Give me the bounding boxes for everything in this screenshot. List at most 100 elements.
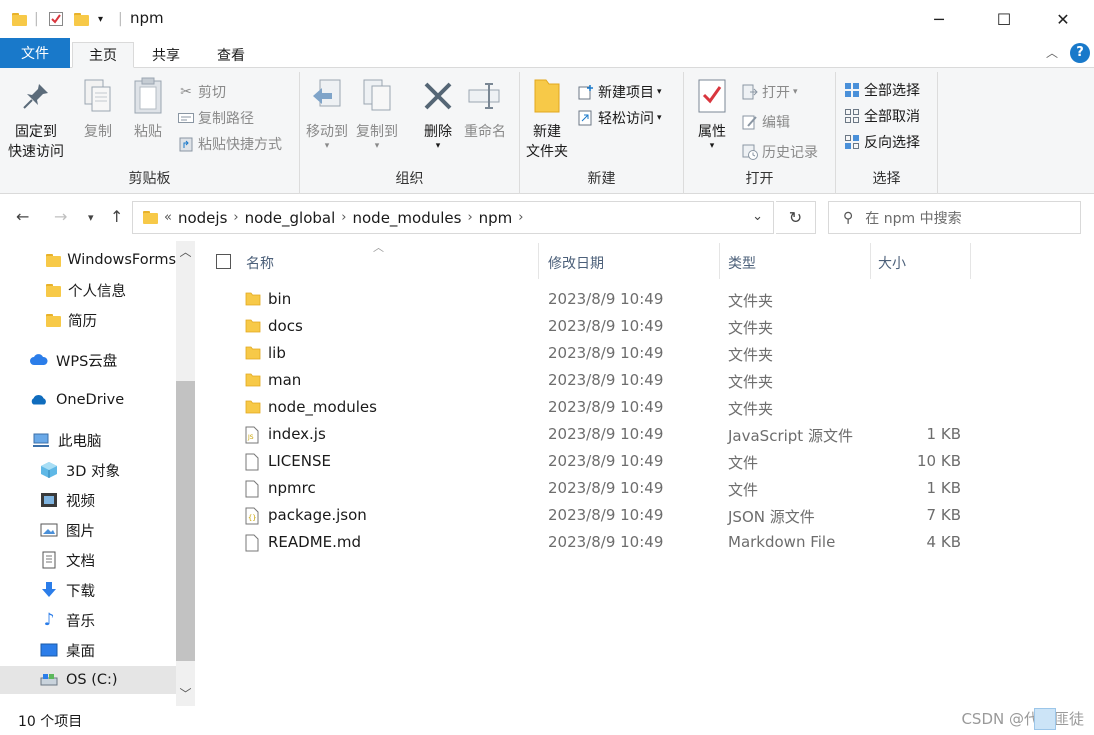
move-to-button[interactable]: 移动到 ▾ [306, 76, 348, 151]
nav-item-documents[interactable]: 文档 [0, 546, 176, 574]
file-date-modified: 2023/8/9 10:49 [548, 506, 664, 524]
tab-file[interactable]: 文件 [0, 38, 70, 68]
paste-shortcut-icon [178, 136, 194, 152]
paste-shortcut-button[interactable]: 粘贴快捷方式 [178, 132, 282, 156]
new-folder-quick-icon[interactable] [74, 10, 89, 28]
nav-item-downloads[interactable]: 下载 [0, 576, 176, 604]
scroll-up-arrow-icon[interactable]: ︿ [176, 243, 195, 260]
large-icons-view-button[interactable] [1058, 708, 1080, 730]
maximize-button[interactable]: ☐ [981, 0, 1027, 38]
recent-locations-chevron-icon[interactable]: ▾ [88, 211, 94, 224]
collapse-ribbon-icon[interactable]: ︿ [1046, 44, 1058, 61]
nav-item-os-c[interactable]: OS (C:) [0, 666, 176, 694]
copy-button[interactable]: 复制 [80, 76, 116, 142]
select-all-checkbox[interactable] [216, 254, 231, 269]
nav-item-windowsforms[interactable]: WindowsForms [0, 246, 176, 274]
customize-quick-access-icon[interactable]: ▾ [98, 10, 103, 28]
breadcrumb-node-modules[interactable]: node_modules [352, 209, 461, 227]
nav-item-videos[interactable]: 视频 [0, 486, 176, 514]
nav-item-this-pc[interactable]: 此电脑 [0, 426, 176, 454]
tab-share[interactable]: 共享 [136, 42, 196, 68]
scroll-down-arrow-icon[interactable]: ﹀ [176, 685, 195, 702]
pin-icon [18, 76, 54, 116]
pin-to-quick-access-button[interactable]: 固定到 快速访问 [8, 76, 64, 162]
download-icon [40, 581, 58, 599]
breadcrumb-separator-icon[interactable]: › [467, 210, 472, 225]
file-row[interactable]: LICENSE 2023/8/9 10:49 文件 10 KB [195, 448, 1094, 475]
close-button[interactable]: ✕ [1040, 0, 1086, 38]
file-row[interactable]: node_modules 2023/8/9 10:49 文件夹 [195, 394, 1094, 421]
column-name[interactable]: 名称 [246, 253, 274, 273]
tab-home[interactable]: 主页 [72, 42, 134, 68]
javascript-file-icon: JS [245, 426, 261, 444]
copy-to-button[interactable]: 复制到 ▾ [356, 76, 398, 151]
nav-item-wps-cloud[interactable]: WPS云盘 [0, 346, 176, 374]
paste-button[interactable]: 粘贴 [130, 76, 166, 142]
up-arrow-icon[interactable]: ↑ [110, 207, 123, 226]
nav-item-pictures[interactable]: 图片 [0, 516, 176, 544]
file-row[interactable]: man 2023/8/9 10:49 文件夹 [195, 367, 1094, 394]
file-row[interactable]: JS index.js 2023/8/9 10:49 JavaScript 源文件 1 … [195, 421, 1094, 448]
drive-icon [40, 671, 58, 689]
forward-arrow-icon[interactable]: → [54, 207, 67, 226]
folder-icon [42, 311, 61, 329]
address-dropdown-chevron-icon[interactable]: ⌄ [752, 209, 763, 224]
minimize-button[interactable]: ─ [916, 0, 962, 38]
help-icon[interactable]: ? [1070, 43, 1090, 63]
copy-to-label: 复制到 [356, 124, 398, 140]
delete-button[interactable]: 删除 ▾ [420, 76, 456, 151]
breadcrumb-node-global[interactable]: node_global [245, 209, 336, 227]
breadcrumb-separator-icon[interactable]: › [233, 210, 238, 225]
search-input[interactable]: ⚲ 在 npm 中搜索 [828, 201, 1081, 234]
nav-item-resume[interactable]: 简历 [0, 306, 176, 334]
scrollbar-thumb[interactable] [176, 381, 195, 661]
back-arrow-icon[interactable]: ← [16, 207, 29, 226]
select-all-button[interactable]: 全部选择 [844, 78, 920, 102]
nav-item-music[interactable]: ♪ 音乐 [0, 606, 176, 634]
file-name: LICENSE [268, 452, 331, 470]
nav-item-personal-info[interactable]: 个人信息 [0, 276, 176, 304]
file-row[interactable]: README.md 2023/8/9 10:49 Markdown File 4 KB [195, 529, 1094, 556]
nav-item-desktop[interactable]: 桌面 [0, 636, 176, 664]
details-view-button[interactable] [1034, 708, 1056, 730]
properties-button[interactable]: 属性 ▾ [694, 76, 730, 151]
easy-access-button[interactable]: 轻松访问 ▾ [578, 106, 662, 130]
column-type[interactable]: 类型 [728, 253, 756, 273]
edit-button[interactable]: 编辑 [742, 110, 790, 134]
history-button[interactable]: 历史记录 [742, 140, 818, 164]
svg-text:JS: JS [247, 434, 254, 441]
column-size[interactable]: 大小 [878, 253, 906, 273]
new-item-button[interactable]: 新建项目 ▾ [578, 80, 662, 104]
properties-quick-icon[interactable] [48, 10, 64, 28]
file-row[interactable]: docs 2023/8/9 10:49 文件夹 [195, 313, 1094, 340]
file-row[interactable]: lib 2023/8/9 10:49 文件夹 [195, 340, 1094, 367]
file-row[interactable]: npmrc 2023/8/9 10:49 文件 1 KB [195, 475, 1094, 502]
new-folder-button[interactable]: 新建 文件夹 [526, 76, 568, 162]
file-type: 文件夹 [728, 292, 774, 310]
invert-selection-button[interactable]: 反向选择 [844, 130, 920, 154]
column-date-modified[interactable]: 修改日期 [548, 253, 604, 273]
ribbon-tabs: 文件 主页 共享 查看 ︿ ? [0, 38, 1094, 68]
cut-button[interactable]: ✂ 剪切 [178, 80, 226, 104]
move-to-icon [309, 76, 345, 116]
properties-icon [694, 76, 730, 116]
file-date-modified: 2023/8/9 10:49 [548, 371, 664, 389]
navigation-pane-scrollbar[interactable]: ︿ ﹀ [176, 241, 195, 706]
select-none-button[interactable]: 全部取消 [844, 104, 920, 128]
breadcrumb-nodejs[interactable]: nodejs [178, 209, 227, 227]
file-row[interactable]: {} package.json 2023/8/9 10:49 JSON 源文件 7 KB [195, 502, 1094, 529]
copy-path-button[interactable]: 复制路径 [178, 106, 254, 130]
breadcrumb-overflow[interactable]: « [164, 210, 172, 225]
nav-item-onedrive[interactable]: OneDrive [0, 386, 176, 414]
rename-button[interactable]: 重命名 [464, 76, 506, 142]
file-name: man [268, 371, 302, 389]
refresh-button[interactable]: ↻ [776, 201, 816, 234]
breadcrumb-npm[interactable]: npm [479, 209, 513, 227]
breadcrumb-separator-icon[interactable]: › [341, 210, 346, 225]
open-button[interactable]: 打开 ▾ [742, 80, 798, 104]
address-bar[interactable]: « nodejs › node_global › node_modules › … [132, 201, 774, 234]
nav-item-3d-objects[interactable]: 3D 对象 [0, 456, 176, 484]
file-row[interactable]: bin 2023/8/9 10:49 文件夹 [195, 286, 1094, 313]
breadcrumb-separator-icon[interactable]: › [518, 210, 523, 225]
tab-view[interactable]: 查看 [201, 42, 261, 68]
